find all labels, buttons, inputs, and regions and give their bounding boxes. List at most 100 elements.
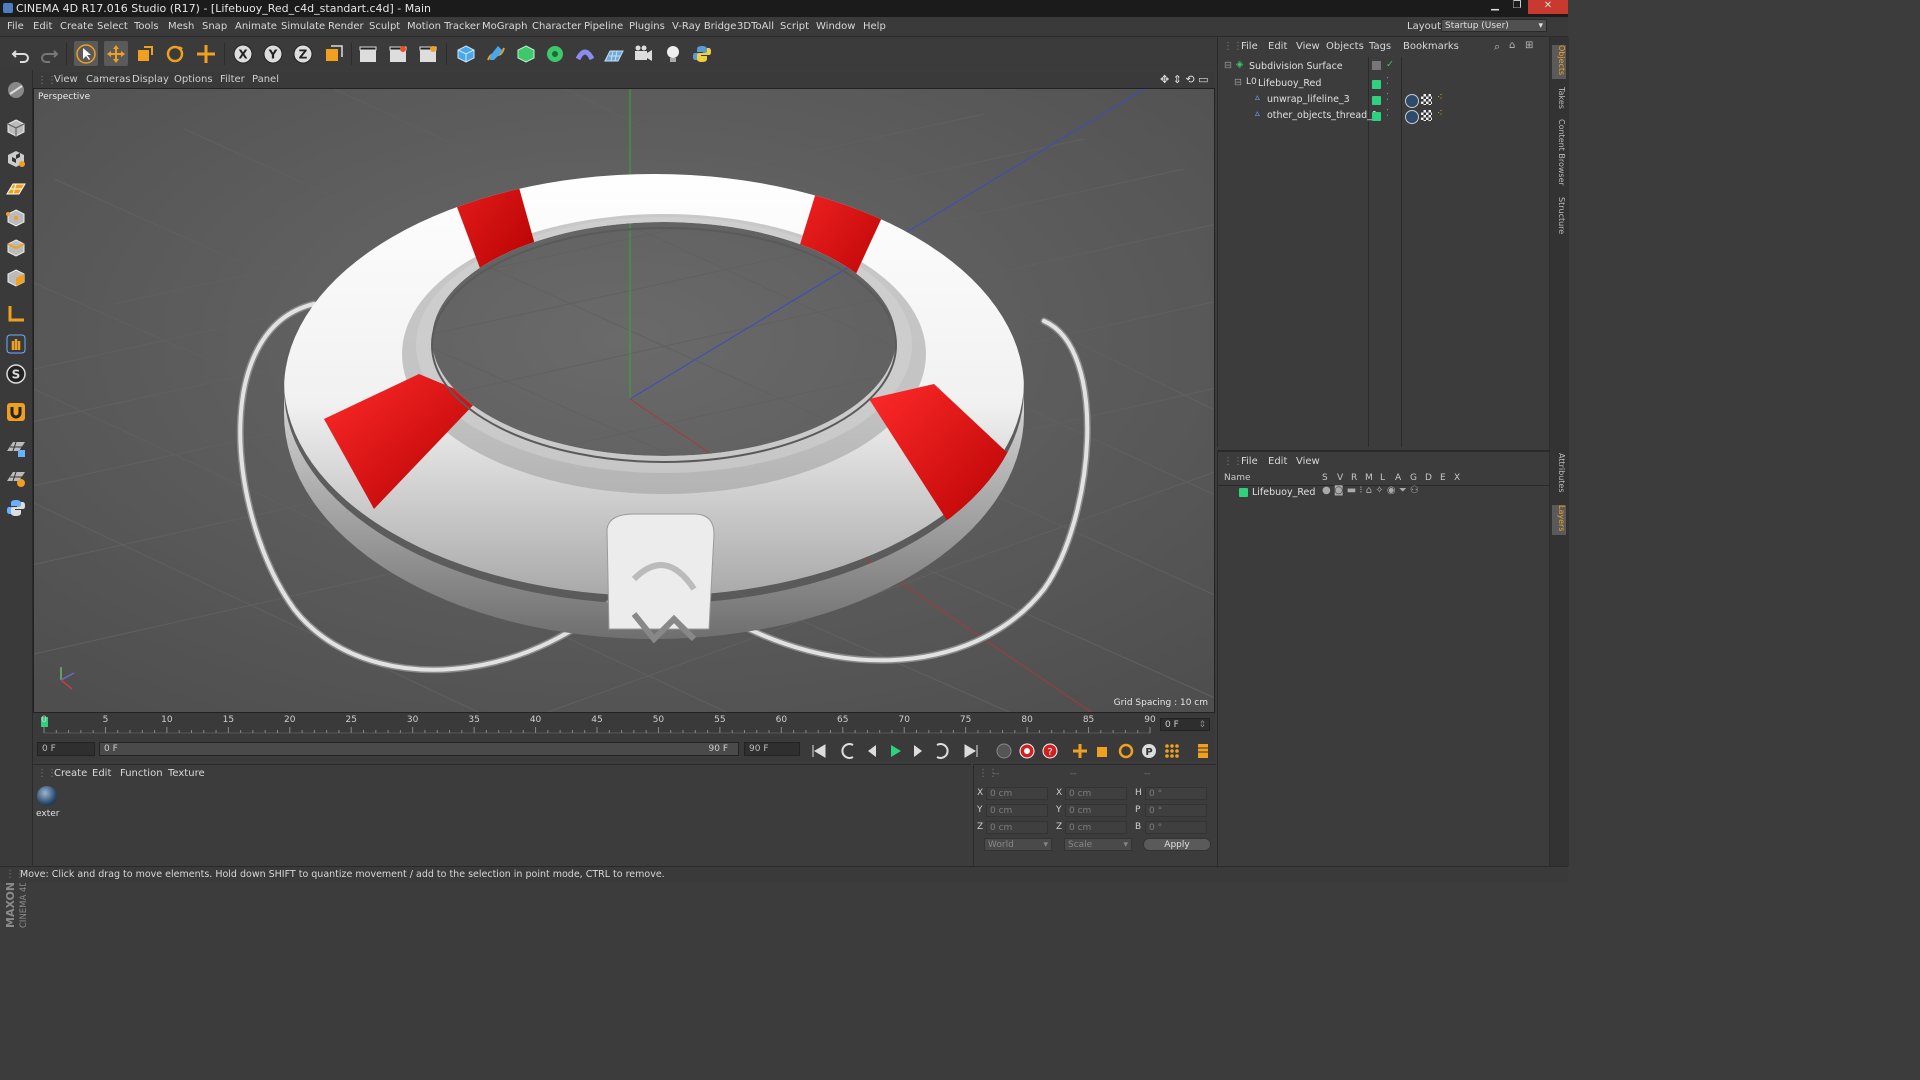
menu-motion-tracker[interactable]: Motion Tracker <box>407 21 480 32</box>
viewport-menu-view[interactable]: View <box>54 74 78 85</box>
search-icon[interactable]: ⌕ <box>1494 40 1500 54</box>
previous-frame-button[interactable] <box>862 741 882 760</box>
menu-character[interactable]: Character <box>532 21 581 32</box>
material-tag-icon[interactable] <box>1405 110 1419 124</box>
coordinate-system-button[interactable] <box>322 41 346 66</box>
key-parameter-button[interactable]: P <box>1139 741 1159 760</box>
model-mode-button[interactable] <box>4 116 28 140</box>
tweak-mode-button[interactable] <box>4 332 28 356</box>
layers-menu-file[interactable]: File <box>1241 456 1258 467</box>
menu-render[interactable]: Render <box>328 21 364 32</box>
viewport-menu-panel[interactable]: Panel <box>252 74 279 85</box>
render-settings-button[interactable] <box>416 41 440 66</box>
material-menu-texture[interactable]: Texture <box>168 768 205 779</box>
live-selection-button[interactable] <box>194 41 218 66</box>
rotate-tool-button[interactable] <box>163 41 187 66</box>
snap-button[interactable]: S <box>4 362 28 386</box>
layers-menu-edit[interactable]: Edit <box>1268 456 1287 467</box>
viewport-menu-filter[interactable]: Filter <box>220 74 245 85</box>
material-name[interactable]: exter <box>36 809 59 819</box>
material-menu-edit[interactable]: Edit <box>92 768 111 779</box>
menu-simulate[interactable]: Simulate <box>281 21 325 32</box>
material-preview-sphere[interactable] <box>37 786 57 806</box>
objects-menu-tags[interactable]: Tags <box>1369 41 1391 52</box>
workplane-mode-button[interactable] <box>4 177 28 201</box>
coordinate-mode-dropdown[interactable]: Scale ▾ <box>1064 838 1132 851</box>
object-name[interactable]: unwrap_lifeline_3 <box>1267 94 1350 105</box>
material-menu-function[interactable]: Function <box>120 768 163 779</box>
menu-create[interactable]: Create <box>60 21 93 32</box>
pos-x-field[interactable]: 0 cm <box>986 787 1048 800</box>
menu-vray-bridge[interactable]: V-Ray Bridge <box>672 21 736 32</box>
motion-record-button[interactable] <box>994 741 1014 760</box>
menu-snap[interactable]: Snap <box>202 21 227 32</box>
add-environment-button[interactable] <box>602 41 626 66</box>
add-deformer-button[interactable] <box>573 41 597 66</box>
menu-script[interactable]: Script <box>780 21 809 32</box>
tab-objects[interactable]: Objects <box>1552 45 1566 79</box>
python-palette-button[interactable] <box>4 496 28 520</box>
size-y-field[interactable]: 0 cm <box>1065 804 1127 817</box>
objects-menu-bookmarks[interactable]: Bookmarks <box>1403 41 1459 52</box>
magnet-button[interactable] <box>4 400 28 424</box>
tab-content-browser[interactable]: Content Browser <box>1552 119 1566 189</box>
edges-mode-button[interactable] <box>4 236 28 260</box>
timeline-window-button[interactable] <box>1193 741 1213 760</box>
tab-attributes[interactable]: Attributes <box>1552 453 1566 501</box>
uvw-tag-icon[interactable] <box>1421 110 1432 121</box>
axis-mode-button[interactable] <box>4 302 28 326</box>
menu-3dtoall[interactable]: 3DToAll <box>737 21 774 32</box>
add-light-button[interactable] <box>661 41 685 66</box>
material-tag-icon[interactable] <box>1405 94 1419 108</box>
pos-y-field[interactable]: 0 cm <box>986 804 1048 817</box>
points-mode-button[interactable] <box>4 206 28 230</box>
layer-swatch[interactable] <box>1372 80 1381 89</box>
select-tool-button[interactable] <box>74 41 98 66</box>
tab-layers[interactable]: Layers <box>1552 505 1566 535</box>
menu-mograph[interactable]: MoGraph <box>482 21 527 32</box>
layer-row-lifebuoy-red[interactable]: Lifebuoy_Red ● ◙ ▬ ⁝ ⌂ ✧ ◉ ⏷ ⚇ <box>1218 485 1550 501</box>
viewport-menu-options[interactable]: Options <box>174 74 213 85</box>
visibility-dots-icon[interactable]: ⁚ <box>1386 108 1389 119</box>
visibility-dots-icon[interactable]: ⁚ <box>1386 76 1389 87</box>
minimize-button[interactable]: ▁ <box>1484 0 1506 14</box>
z-axis-lock-button[interactable]: Z <box>291 41 315 66</box>
layer-swatch[interactable] <box>1372 112 1381 121</box>
undo-button[interactable] <box>9 41 33 66</box>
uvw-tag-icon[interactable] <box>1421 94 1432 105</box>
viewport-menu-display[interactable]: Display <box>132 74 169 85</box>
new-view-icon[interactable]: ⊞ <box>1525 40 1533 51</box>
play-button[interactable] <box>885 741 905 760</box>
menu-tools[interactable]: Tools <box>134 21 159 32</box>
layer-name[interactable]: Lifebuoy_Red <box>1252 487 1315 498</box>
timeline-ruler[interactable]: 0 5 10 15 20 25 30 35 40 45 50 55 60 65 70 75 80 85 90 0 F… <box>33 713 1215 739</box>
workplane-align-button[interactable] <box>4 466 28 490</box>
autokey-button[interactable]: ? <box>1040 741 1060 760</box>
layer-swatch[interactable] <box>1372 61 1381 70</box>
tab-structure[interactable]: Structure <box>1552 197 1566 241</box>
render-view-button[interactable] <box>356 41 380 66</box>
key-scale-button[interactable] <box>1093 741 1113 760</box>
workplane-lock-button[interactable] <box>4 436 28 460</box>
home-icon[interactable]: ⌂ <box>1509 40 1515 51</box>
menu-pipeline[interactable]: Pipeline <box>584 21 623 32</box>
x-axis-lock-button[interactable]: X <box>231 41 255 66</box>
visibility-dots-icon[interactable]: ⁚ <box>1386 92 1389 103</box>
move-tool-button[interactable] <box>104 41 128 66</box>
material-menu-create[interactable]: Create <box>54 768 87 779</box>
viewport-perspective[interactable]: Perspective Grid Spacing : 10 cm <box>33 88 1215 713</box>
collapse-icon[interactable]: ⊟ <box>1224 60 1232 71</box>
coordinate-space-dropdown[interactable]: World ▾ <box>984 838 1052 851</box>
add-generator-button[interactable] <box>514 41 538 66</box>
objects-menu-objects[interactable]: Objects <box>1326 41 1364 52</box>
key-rotation-button[interactable] <box>1116 741 1136 760</box>
add-spline-button[interactable] <box>484 41 508 66</box>
rot-h-field[interactable]: 0 ° <box>1145 787 1207 800</box>
size-z-field[interactable]: 0 cm <box>1065 821 1127 834</box>
redo-button[interactable] <box>37 41 61 66</box>
go-to-end-button[interactable] <box>961 741 981 760</box>
viewport-canvas[interactable] <box>34 89 1215 713</box>
object-name[interactable]: Subdivision Surface <box>1249 61 1343 72</box>
y-axis-lock-button[interactable]: Y <box>261 41 285 66</box>
enabled-check-icon[interactable]: ✓ <box>1386 59 1394 70</box>
